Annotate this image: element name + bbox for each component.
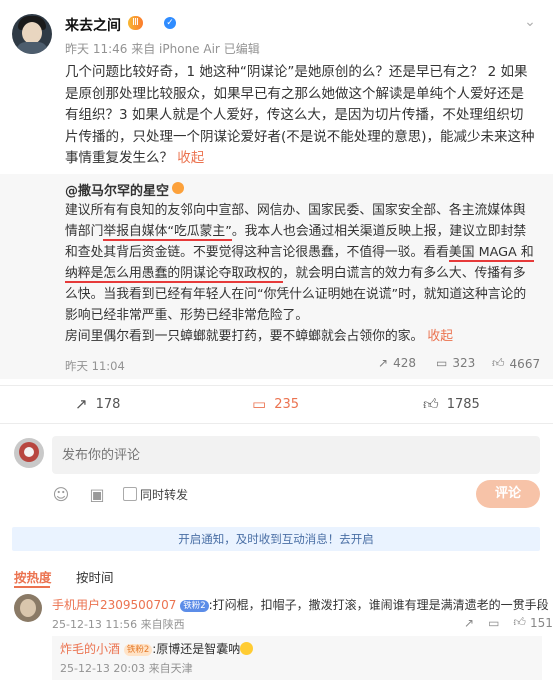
collapse-link[interactable]: 收起	[177, 150, 204, 166]
verified-icon: ✓	[164, 17, 176, 29]
edited-label: 已编辑	[223, 42, 260, 56]
reply-username[interactable]: 炸毛的小酒	[60, 642, 120, 656]
fan-badge: 铁粉2	[123, 644, 153, 656]
comment-icon[interactable]: ▭	[488, 616, 499, 630]
member-badge: Ⅲ	[128, 16, 143, 30]
quoted-comment[interactable]: ▭ 323	[436, 356, 475, 370]
divider	[0, 385, 553, 386]
repost-icon: ↗	[378, 356, 389, 370]
emoji-icon	[240, 642, 254, 655]
chevron-down-icon[interactable]: ⌄	[520, 12, 540, 32]
fan-badge: 铁粉2	[180, 600, 209, 612]
member-icon	[172, 182, 184, 194]
comment-text: 手机用户2309500707 铁粉2:打闷棍，扣帽子，撒泼打滚，谁闹谁有理是满清…	[52, 598, 549, 612]
current-user-avatar[interactable]	[14, 438, 44, 468]
comment-input[interactable]	[52, 436, 540, 474]
comment-button[interactable]: ▭ 235	[252, 395, 299, 413]
notification-banner[interactable]: 开启通知，及时收到互动消息！去开启	[12, 527, 540, 551]
divider	[0, 423, 553, 424]
comment-likes: 151	[529, 615, 553, 630]
tab-hot[interactable]: 按热度	[14, 567, 52, 586]
quoted-collapse-link[interactable]: 收起	[427, 329, 453, 344]
repost-checkbox-label: 同时转发	[140, 488, 189, 502]
quoted-like[interactable]: 👍︎ 4667	[492, 356, 540, 371]
image-icon[interactable]: ▣	[88, 486, 106, 504]
post-source: 来自 iPhone Air	[131, 42, 220, 56]
comment-icon: ▭	[436, 356, 448, 370]
active-tab-indicator	[14, 586, 50, 588]
comment-meta: 25-12-13 11:56 来自陕西	[52, 618, 185, 631]
repost-icon[interactable]: ↗	[464, 616, 474, 630]
repost-icon: ↗	[75, 395, 88, 413]
like-icon[interactable]: 👍︎	[513, 615, 526, 630]
post-meta: 昨天 11:46 来自 iPhone Air 已编辑	[65, 40, 260, 57]
author-name[interactable]: 来去之间	[65, 15, 121, 35]
reply-meta: 25-12-13 20:03 来自天津	[60, 662, 193, 675]
like-icon: 👍︎	[423, 395, 439, 413]
emoji-icon[interactable]: ☺	[52, 486, 70, 504]
repost-button[interactable]: ↗ 178	[75, 395, 120, 413]
quoted-text: 建议所有有良知的友邻向中宣部、网信办、国家民委、国家安全部、各主流媒体舆情部门举…	[65, 203, 534, 344]
like-button[interactable]: 👍︎ 1785	[423, 395, 480, 414]
quoted-time: 昨天 11:04	[65, 359, 125, 373]
reply-text: 炸毛的小酒 铁粉2:原博还是智囊呐	[60, 640, 254, 658]
author-avatar[interactable]	[12, 14, 52, 54]
underlined-text: 举报自媒体“吃瓜蒙主”	[103, 224, 232, 241]
comment-actions: ↗ ▭ 👍︎ 151	[464, 615, 553, 630]
tab-time[interactable]: 按时间	[76, 567, 114, 586]
comment-username[interactable]: 手机用户2309500707	[52, 598, 176, 612]
quoted-repost[interactable]: ↗ 428	[378, 356, 416, 370]
repost-checkbox[interactable]	[123, 487, 137, 501]
comment-avatar[interactable]	[14, 594, 42, 622]
like-icon: 👍︎	[492, 356, 505, 370]
submit-comment-button[interactable]: 评论	[476, 480, 540, 508]
post-time: 昨天 11:46	[65, 42, 128, 56]
post-text: 几个问题比较好奇，1 她这种“阴谋论”是她原创的么？还是早已有之？ 2 如果是原…	[65, 64, 535, 166]
quoted-author[interactable]: @撒马尔罕的星空	[65, 180, 169, 199]
comment-icon: ▭	[252, 395, 267, 413]
